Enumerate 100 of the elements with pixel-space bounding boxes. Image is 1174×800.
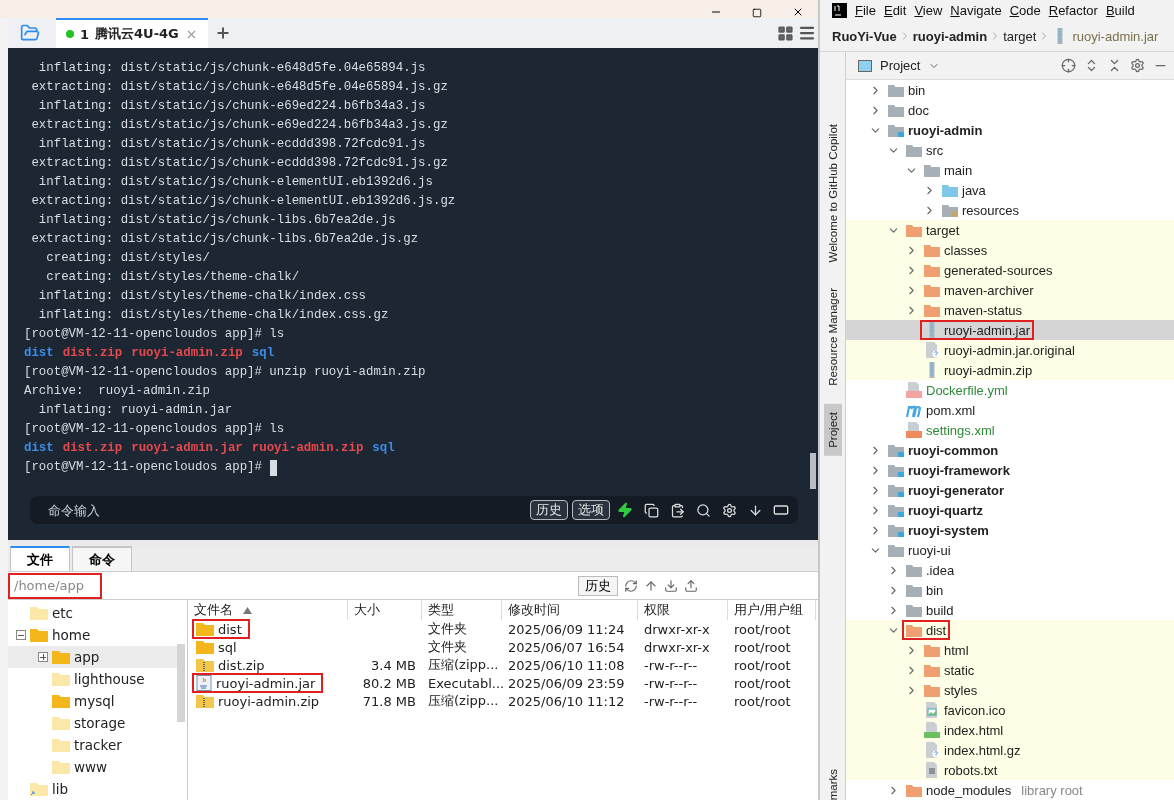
tree-row[interactable]: ruoyi-admin.jar xyxy=(846,320,1174,340)
folder-tree-item[interactable]: home xyxy=(8,624,178,646)
file-name-cell[interactable]: dist xyxy=(192,619,250,639)
tree-row[interactable]: ruoyi-admin.zip xyxy=(846,360,1174,380)
tree-row[interactable]: node_modules library root xyxy=(846,780,1174,800)
side-tab[interactable]: Resource Manager xyxy=(823,280,842,395)
menu-item[interactable]: View xyxy=(914,3,943,18)
tree-row[interactable]: index.html.gz xyxy=(846,740,1174,760)
command-input[interactable]: 命令输入 历史 选项 xyxy=(30,496,798,524)
tree-row[interactable]: dist xyxy=(846,620,1174,640)
tree-row[interactable]: index.html xyxy=(846,720,1174,740)
menu-item[interactable]: Navigate xyxy=(950,3,1002,18)
side-tab[interactable]: Welcome to GitHub Copilot xyxy=(823,116,842,271)
grid-icon[interactable] xyxy=(776,24,794,42)
tree-row[interactable]: build xyxy=(846,600,1174,620)
folder-open-icon[interactable] xyxy=(20,23,40,43)
copy-icon[interactable] xyxy=(643,502,659,518)
tree-row[interactable]: classes xyxy=(846,240,1174,260)
tree-row[interactable]: ruoyi-ui xyxy=(846,540,1174,560)
tree-row[interactable]: maven-archiver xyxy=(846,280,1174,300)
tree-row[interactable]: settings.xml xyxy=(846,420,1174,440)
tree-row[interactable]: src xyxy=(846,140,1174,160)
column-header[interactable]: 文件名 xyxy=(188,600,348,620)
tree-row[interactable]: Dockerfile.yml xyxy=(846,380,1174,400)
tree-row[interactable]: ruoyi-system xyxy=(846,520,1174,540)
tree-row[interactable]: favicon.ico xyxy=(846,700,1174,720)
folder-tree-item[interactable]: storage xyxy=(8,712,178,734)
side-tab[interactable]: marks xyxy=(826,768,839,800)
collapse-icon[interactable] xyxy=(16,630,26,640)
tree-row[interactable]: pom.xml xyxy=(846,400,1174,420)
tree-row[interactable]: .idea xyxy=(846,560,1174,580)
tree-row[interactable]: main xyxy=(846,160,1174,180)
terminal-button[interactable]: 历史 xyxy=(530,500,568,520)
tree-row[interactable]: java xyxy=(846,180,1174,200)
file-name-cell[interactable]: ruoyi-admin.jar xyxy=(192,673,324,693)
tree-row[interactable]: static xyxy=(846,660,1174,680)
menu-item[interactable]: Refactor xyxy=(1048,3,1098,18)
column-header[interactable]: 大小 xyxy=(348,600,422,620)
path-field[interactable]: /home/app xyxy=(8,572,102,599)
lightning-icon[interactable] xyxy=(617,502,633,518)
tree-row[interactable]: ruoyi-quartz xyxy=(846,500,1174,520)
file-name-cell[interactable]: dist.zip xyxy=(192,655,273,675)
tree-row[interactable]: html xyxy=(846,640,1174,660)
breadcrumb[interactable]: target xyxy=(1003,28,1037,44)
folder-tree-item[interactable]: app xyxy=(8,646,178,668)
terminal[interactable] xyxy=(8,48,818,540)
tree-row[interactable]: maven-status xyxy=(846,300,1174,320)
folder-tree-item[interactable]: www xyxy=(8,756,178,778)
tree-row[interactable]: target xyxy=(846,220,1174,240)
column-header[interactable]: 权限 xyxy=(638,600,728,620)
panel-tab[interactable]: 命令 xyxy=(72,546,132,571)
scrollbar-thumb[interactable] xyxy=(810,453,816,489)
tree-row[interactable]: ruoyi-admin xyxy=(846,120,1174,140)
column-header[interactable]: 类型 xyxy=(422,600,502,620)
column-header[interactable]: 用户/用户组 xyxy=(728,600,816,620)
refresh-icon[interactable] xyxy=(624,578,638,593)
tree-row[interactable]: ruoyi-framework xyxy=(846,460,1174,480)
expand-icon[interactable] xyxy=(38,652,48,662)
maximize-icon[interactable] xyxy=(752,8,762,18)
tree-row[interactable]: bin xyxy=(846,580,1174,600)
add-tab-icon[interactable] xyxy=(214,25,231,41)
tree-row[interactable]: ruoyi-common xyxy=(846,440,1174,460)
tree-row[interactable]: bin xyxy=(846,80,1174,100)
search-icon[interactable] xyxy=(695,502,711,518)
tree-row[interactable]: styles xyxy=(846,680,1174,700)
menu-item[interactable]: Build xyxy=(1105,3,1135,18)
breadcrumb[interactable]: RuoYi-Vue xyxy=(832,28,897,44)
file-name-cell[interactable]: ruoyi-admin.zip xyxy=(192,691,328,711)
tree-row[interactable]: ruoyi-generator xyxy=(846,480,1174,500)
menu-icon[interactable] xyxy=(798,24,816,42)
panel-title[interactable]: Project xyxy=(880,58,921,73)
file-name-cell[interactable]: sql xyxy=(192,637,245,657)
folder-tree-item[interactable]: etc xyxy=(8,602,178,624)
history-button[interactable]: 历史 xyxy=(578,575,618,596)
tree-row[interactable]: robots.txt xyxy=(846,760,1174,780)
menu-item[interactable]: Code xyxy=(1009,3,1041,18)
tree-row[interactable]: doc xyxy=(846,100,1174,120)
tree-row[interactable]: resources xyxy=(846,200,1174,220)
tree-row[interactable]: generated-sources xyxy=(846,260,1174,280)
session-tab[interactable]: 1 腾讯云4U-4G xyxy=(56,18,208,48)
breadcrumb[interactable]: ruoyi-admin xyxy=(912,28,988,44)
menu-item[interactable]: File xyxy=(855,3,876,18)
folder-tree-item[interactable]: lib xyxy=(8,778,178,800)
arrow-down-icon[interactable] xyxy=(747,502,763,518)
tree-row[interactable]: ruoyi-admin.jar.original xyxy=(846,340,1174,360)
scrollbar-thumb[interactable] xyxy=(177,644,185,722)
window-icon[interactable] xyxy=(773,502,789,518)
paste-icon[interactable] xyxy=(669,502,685,518)
column-header[interactable]: 修改时间 xyxy=(502,600,638,620)
close-icon[interactable] xyxy=(792,6,804,18)
breadcrumb[interactable]: ruoyi-admin.jar xyxy=(1052,28,1159,44)
folder-tree-item[interactable]: lighthouse xyxy=(8,668,178,690)
menu-item[interactable]: Edit xyxy=(883,3,907,18)
download-icon[interactable] xyxy=(664,578,678,593)
locate-icon[interactable] xyxy=(1061,58,1076,73)
upload-icon[interactable] xyxy=(684,578,698,593)
folder-tree-item[interactable]: mysql xyxy=(8,690,178,712)
side-tab[interactable]: Project xyxy=(823,404,842,457)
panel-tab[interactable]: 文件 xyxy=(10,546,70,571)
folder-tree-item[interactable]: tracker xyxy=(8,734,178,756)
